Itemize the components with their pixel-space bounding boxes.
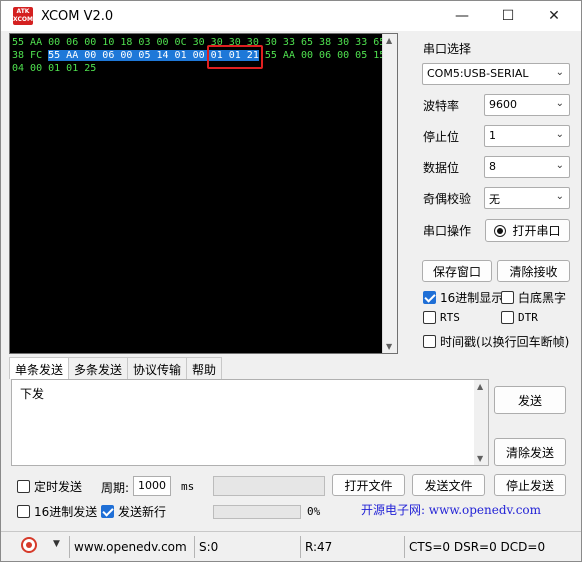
- checkbox-unchecked-icon: [423, 335, 436, 348]
- hex-display-label: 16进制显示: [440, 291, 504, 305]
- receive-scrollbar[interactable]: ▲ ▼: [382, 34, 397, 353]
- scroll-up-icon[interactable]: ▲: [386, 36, 392, 45]
- stop-bits-value: 1: [489, 129, 496, 142]
- hex-send-label: 16进制发送: [34, 505, 98, 519]
- dtr-checkbox[interactable]: DTR: [501, 311, 538, 324]
- maximize-button[interactable]: ☐: [485, 1, 531, 31]
- window-title: XCOM V2.0: [41, 9, 114, 24]
- status-line-signals: CTS=0 DSR=0 DCD=0: [404, 536, 545, 558]
- white-background-checkbox[interactable]: 白底黑字: [501, 289, 566, 306]
- checkbox-checked-icon: [101, 505, 114, 518]
- port-operation-label: 串口操作: [423, 224, 472, 238]
- open-port-button[interactable]: 打开串口: [485, 219, 570, 242]
- checkbox-unchecked-icon: [17, 505, 30, 518]
- receive-line-2-end: 55 AA 00 06 00 05 15: [258, 50, 386, 61]
- send-text: 下发: [20, 387, 45, 401]
- period-label: 周期:: [101, 481, 130, 495]
- minimize-button[interactable]: —: [439, 1, 485, 31]
- send-progress-bar: [213, 505, 301, 519]
- port-select-label: 串口选择: [423, 42, 472, 56]
- xcom-window: ATK XCOM XCOM V2.0 — ☐ ✕ 55 AA 00 06 00 1…: [0, 0, 582, 562]
- timestamp-label: 时间戳(以换行回车断帧): [440, 335, 570, 349]
- port-status-icon: [494, 224, 507, 237]
- parity-value: 无: [489, 193, 500, 206]
- scroll-down-icon[interactable]: ▼: [386, 342, 392, 351]
- data-bits-label: 数据位: [423, 161, 460, 175]
- send-textarea[interactable]: 下发 ▲ ▼: [11, 379, 489, 466]
- status-url[interactable]: www.openedv.com: [69, 536, 189, 558]
- scroll-up-icon[interactable]: ▲: [477, 382, 483, 391]
- open-file-button[interactable]: 打开文件: [332, 474, 405, 496]
- checkbox-unchecked-icon: [501, 311, 514, 324]
- chevron-down-icon: ⌄: [555, 129, 564, 140]
- chevron-down-icon: ⌄: [555, 98, 564, 109]
- checkbox-checked-icon: [423, 291, 436, 304]
- timed-send-label: 定时发送: [34, 480, 83, 494]
- send-scrollbar[interactable]: ▲ ▼: [474, 380, 488, 465]
- dropdown-arrow-icon[interactable]: ▼: [53, 539, 60, 549]
- receive-textarea[interactable]: 55 AA 00 06 00 10 18 03 00 0C 30 30 30 3…: [9, 33, 398, 354]
- app-logo-icon: ATK XCOM: [13, 7, 33, 25]
- file-path-field: [213, 476, 325, 496]
- stop-send-button[interactable]: 停止发送: [494, 474, 566, 496]
- timed-send-checkbox[interactable]: 定时发送: [17, 478, 82, 495]
- tab-help[interactable]: 帮助: [186, 357, 223, 379]
- status-sent-count: S:0: [194, 536, 299, 558]
- checkbox-unchecked-icon: [501, 291, 514, 304]
- tab-multi-send[interactable]: 多条发送: [68, 357, 129, 379]
- checkbox-unchecked-icon: [17, 480, 30, 493]
- annotation-highlight-box: [207, 45, 263, 69]
- port-select-value: COM5:USB-SERIAL: [427, 67, 529, 80]
- receive-line-1: 55 AA 00 06 00 10 18 03 00 0C 30 30 30 3…: [12, 37, 386, 48]
- dtr-label: DTR: [518, 311, 538, 324]
- parity-label: 奇偶校验: [423, 192, 472, 206]
- stop-bits-combobox[interactable]: 1 ⌄: [484, 125, 570, 147]
- receive-text: 55 AA 00 06 00 10 18 03 00 0C 30 30 30 3…: [12, 36, 386, 75]
- record-icon[interactable]: [21, 537, 37, 553]
- chevron-down-icon: ⌄: [555, 160, 564, 171]
- title-bar[interactable]: ATK XCOM XCOM V2.0 — ☐ ✕: [1, 1, 581, 31]
- timestamp-checkbox[interactable]: 时间戳(以换行回车断帧): [423, 333, 569, 350]
- status-bar: ▼ www.openedv.com S:0 R:47 CTS=0 DSR=0 D…: [1, 531, 581, 561]
- send-button[interactable]: 发送: [494, 386, 566, 414]
- tab-protocol[interactable]: 协议传输: [127, 357, 188, 379]
- white-background-label: 白底黑字: [518, 291, 567, 305]
- baud-rate-label: 波特率: [423, 99, 460, 113]
- rts-checkbox[interactable]: RTS: [423, 311, 460, 324]
- checkbox-unchecked-icon: [423, 311, 436, 324]
- clear-receive-button[interactable]: 清除接收: [497, 260, 570, 282]
- rts-label: RTS: [440, 311, 460, 324]
- open-port-label: 打开串口: [512, 224, 561, 238]
- scroll-down-icon[interactable]: ▼: [477, 454, 483, 463]
- baud-rate-value: 9600: [489, 98, 517, 111]
- status-received-count: R:47: [300, 536, 403, 558]
- send-tabs: 单条发送 多条发送 协议传输 帮助: [9, 357, 223, 379]
- send-progress-percent: 0%: [307, 505, 321, 518]
- chevron-down-icon: ⌄: [555, 67, 564, 78]
- close-button[interactable]: ✕: [531, 1, 577, 31]
- period-input[interactable]: 1000: [133, 476, 171, 496]
- data-bits-value: 8: [489, 160, 496, 173]
- hex-send-checkbox[interactable]: 16进制发送: [17, 503, 97, 520]
- port-select-combobox[interactable]: COM5:USB-SERIAL ⌄: [422, 63, 570, 85]
- website-banner[interactable]: 开源电子网: www.openedv.com: [337, 497, 565, 521]
- receive-line-2-start: 38 FC: [12, 50, 49, 61]
- save-window-button[interactable]: 保存窗口: [422, 260, 492, 282]
- stop-bits-label: 停止位: [423, 130, 460, 144]
- hex-display-checkbox[interactable]: 16进制显示: [423, 289, 503, 306]
- period-unit: ms: [181, 480, 195, 493]
- parity-combobox[interactable]: 无 ⌄: [484, 187, 570, 209]
- tab-single-send[interactable]: 单条发送: [9, 357, 70, 379]
- data-bits-combobox[interactable]: 8 ⌄: [484, 156, 570, 178]
- clear-send-button[interactable]: 清除发送: [494, 438, 566, 466]
- send-file-button[interactable]: 发送文件: [412, 474, 485, 496]
- receive-line-3: 04 00 01 01 25: [12, 63, 97, 74]
- send-newline-label: 发送新行: [118, 505, 167, 519]
- baud-rate-combobox[interactable]: 9600 ⌄: [484, 94, 570, 116]
- send-newline-checkbox[interactable]: 发送新行: [101, 503, 166, 520]
- chevron-down-icon: ⌄: [555, 191, 564, 202]
